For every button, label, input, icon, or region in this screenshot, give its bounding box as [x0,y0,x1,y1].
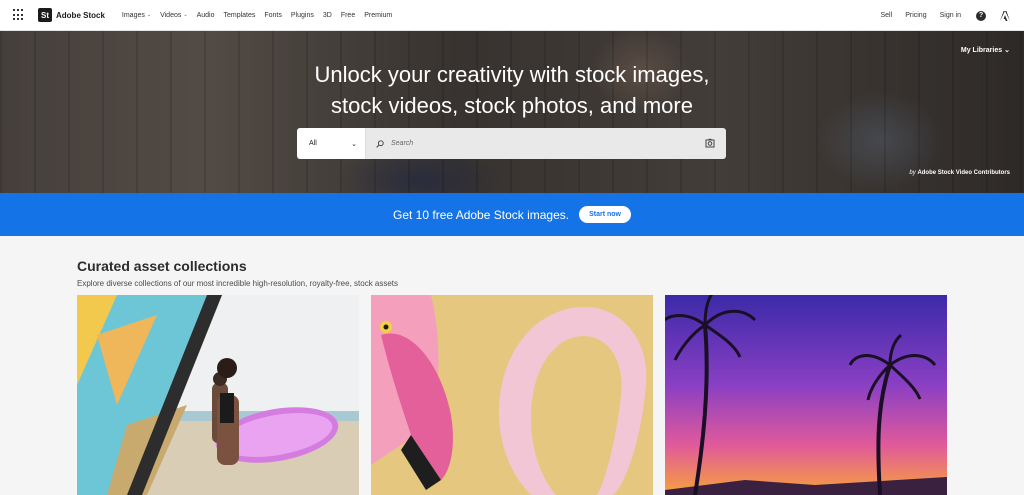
section-subtitle: Explore diverse collections of our most … [77,279,399,288]
start-now-button[interactable]: Start now [579,206,631,223]
promo-text: Get 10 free Adobe Stock images. [393,207,570,222]
chevron-down-icon: ⌄ [146,12,152,18]
brand-name[interactable]: Adobe Stock [56,11,105,20]
nav-item-plugins[interactable]: Plugins [291,12,314,19]
search-bar: All ⌄ Search [297,128,726,159]
section-title: Curated asset collections [77,258,247,274]
nav-right: Sell Pricing Sign in ? [868,0,1010,31]
hero-banner: Unlock your creativity with stock images… [0,31,1024,193]
my-libraries-button[interactable]: My Libraries ⌄ [961,46,1010,55]
hero-title-line2: stock videos, stock photos, and more [331,93,693,118]
hero-title: Unlock your creativity with stock images… [0,59,1024,121]
search-type-select[interactable]: All ⌄ [297,128,366,159]
collections-section: Curated asset collections Explore divers… [77,258,947,288]
nav-item-videos[interactable]: Videos ⌄ [160,12,187,19]
adobe-logo-icon[interactable] [1000,10,1010,21]
camera-search-icon[interactable] [705,138,715,148]
palm-sunset-image [665,295,947,495]
surfers-image [77,295,359,495]
sign-in-link[interactable]: Sign in [940,12,961,19]
top-nav: St Adobe Stock Images ⌄ Videos ⌄ Audio Tem… [0,0,1024,31]
flamingo-image [371,295,653,495]
app-grid-icon[interactable] [13,9,25,21]
collection-card-palms[interactable] [665,295,947,495]
chevron-down-icon: ⌄ [1004,47,1010,54]
nav-item-3d[interactable]: 3D [323,12,332,19]
hero-title-line1: Unlock your creativity with stock images… [314,62,710,87]
sell-link[interactable]: Sell [881,12,893,19]
chevron-down-icon: ⌄ [183,12,188,18]
collection-card-surfers[interactable] [77,295,359,495]
collection-card-flamingo[interactable] [371,295,653,495]
nav-item-fonts[interactable]: Fonts [264,12,282,19]
nav-item-free[interactable]: Free [341,12,355,19]
nav-item-templates[interactable]: Templates [223,12,255,19]
help-icon[interactable]: ? [976,10,986,21]
pricing-link[interactable]: Pricing [905,12,926,19]
photo-credit: by Adobe Stock Video Contributors [909,170,1010,176]
adobe-stock-logo[interactable]: St [38,8,52,22]
nav-item-premium[interactable]: Premium [364,12,392,19]
nav-item-audio[interactable]: Audio [197,12,215,19]
search-input[interactable]: Search [366,128,726,159]
promo-bar: Get 10 free Adobe Stock images. Start no… [0,193,1024,236]
nav-links: Images ⌄ Videos ⌄ Audio Templates Fonts Pl… [113,12,392,19]
collection-cards [77,295,947,495]
chevron-down-icon: ⌄ [351,140,357,148]
search-icon [376,139,384,148]
nav-item-images[interactable]: Images ⌄ [122,12,151,19]
